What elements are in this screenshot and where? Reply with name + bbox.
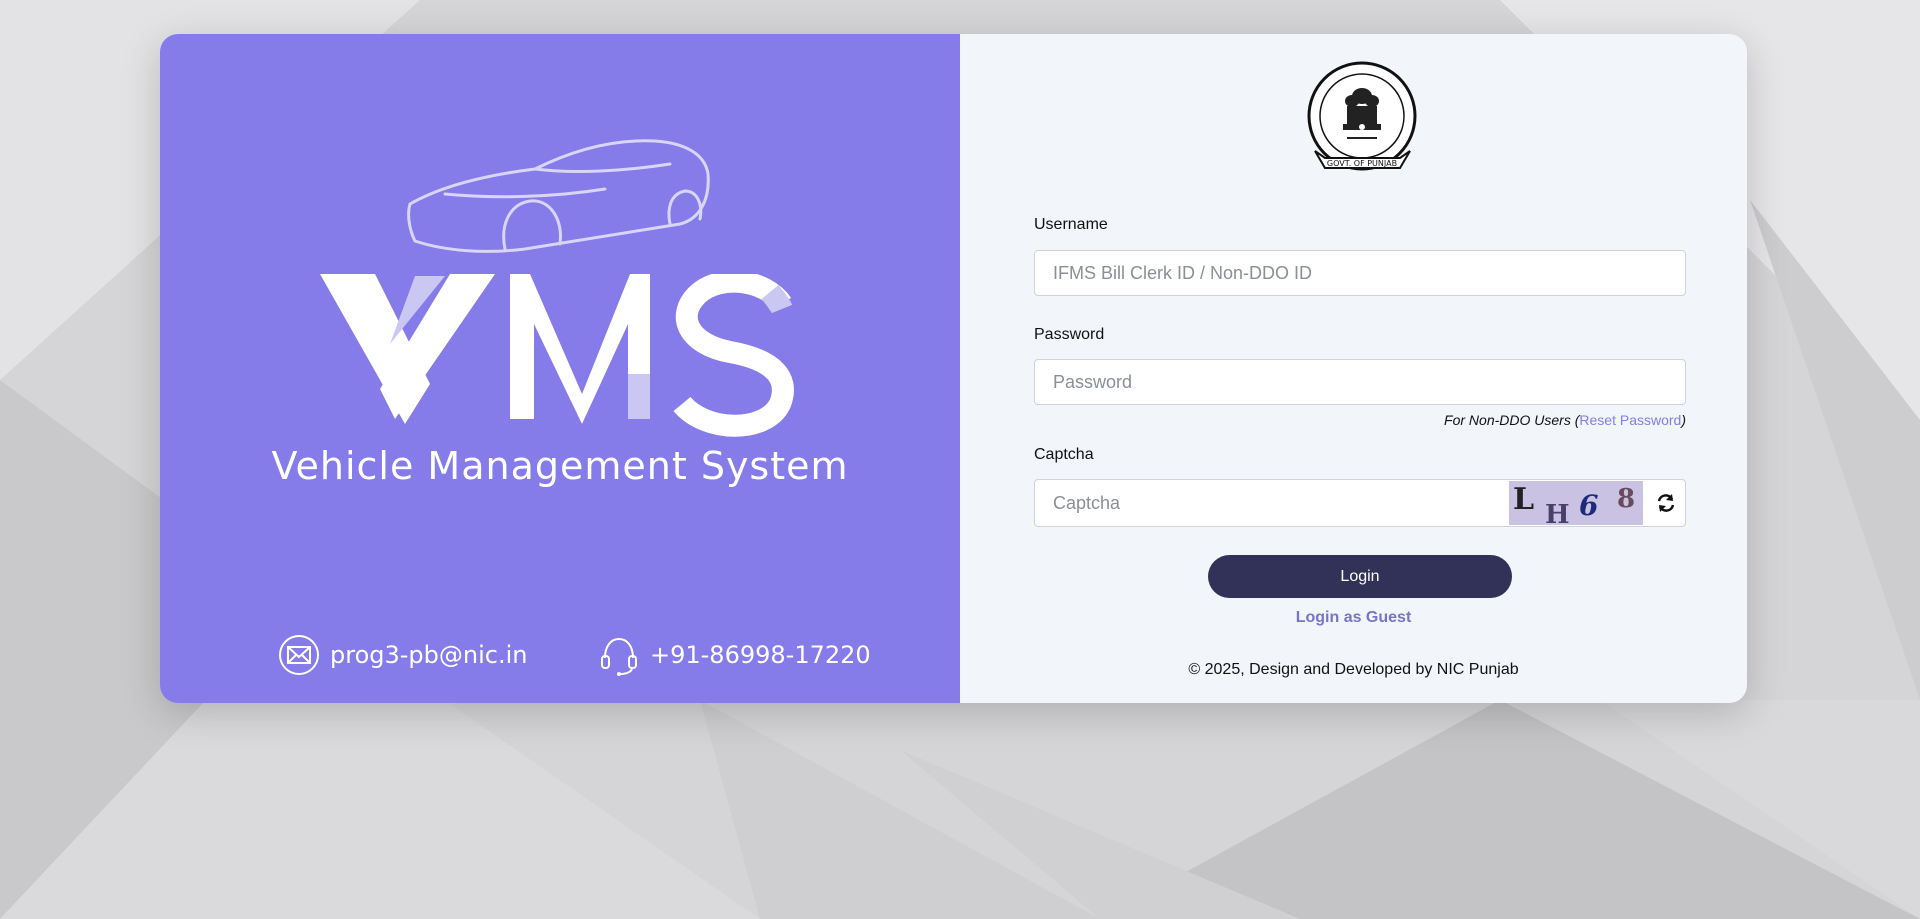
brand-panel: Vehicle Management System prog3-pb@nic.i…: [160, 34, 960, 703]
captcha-label: Captcha: [1034, 446, 1094, 463]
captcha-image: L H 6 8: [1509, 481, 1643, 525]
car-outline-icon: [407, 139, 710, 253]
captcha-char-3: 6: [1579, 489, 1598, 522]
tagline: Vehicle Management System: [271, 444, 849, 488]
login-button[interactable]: Login: [1208, 555, 1512, 598]
contact-email[interactable]: prog3-pb@nic.in: [278, 634, 527, 676]
username-input[interactable]: [1034, 250, 1686, 296]
login-as-guest-link[interactable]: Login as Guest: [960, 609, 1747, 627]
captcha-char-2: H: [1545, 500, 1570, 525]
username-label: Username: [1034, 216, 1108, 233]
password-input[interactable]: [1034, 359, 1686, 405]
emblem-caption: GOVT. OF PUNJAB: [1327, 159, 1397, 168]
hint-suffix: ): [1681, 412, 1686, 428]
login-card: Vehicle Management System prog3-pb@nic.i…: [160, 34, 1747, 703]
hint-prefix: For Non-DDO Users (: [1444, 412, 1580, 428]
email-text: prog3-pb@nic.in: [330, 641, 528, 669]
password-label: Password: [1034, 326, 1105, 343]
contact-phone[interactable]: +91-86998-17220: [598, 634, 871, 676]
captcha-input[interactable]: [1035, 480, 1541, 526]
captcha-char-1: L: [1513, 482, 1534, 517]
footer-copyright: © 2025, Design and Developed by NIC Punj…: [1188, 661, 1519, 678]
headset-icon: [601, 637, 637, 676]
envelope-icon: [279, 635, 319, 675]
reset-password-link[interactable]: Reset Password: [1579, 412, 1681, 428]
phone-text: +91-86998-17220: [650, 641, 871, 669]
login-panel: GOVT. OF PUNJAB Username Password For No…: [960, 34, 1747, 703]
refresh-icon[interactable]: [1655, 492, 1677, 514]
captcha-group: L H 6 8: [1034, 479, 1686, 527]
punjab-emblem-icon: GOVT. OF PUNJAB: [1307, 61, 1417, 171]
reset-password-hint: For Non-DDO Users (Reset Password): [1444, 412, 1686, 428]
vms-logo: [320, 274, 794, 437]
captcha-char-4: 8: [1617, 484, 1635, 514]
